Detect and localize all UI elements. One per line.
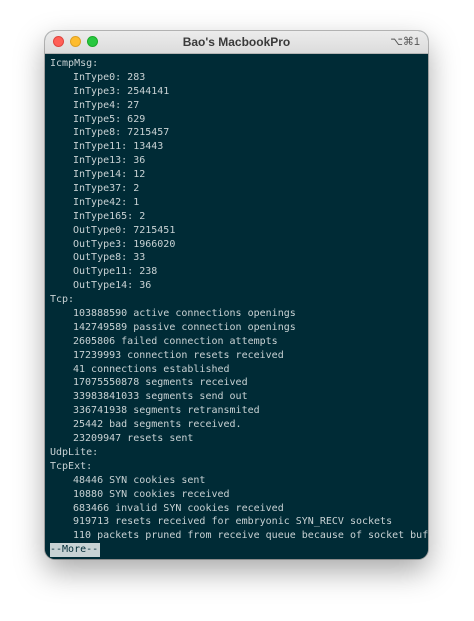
terminal-line: 2605806 failed connection attempts (73, 335, 278, 347)
terminal-line: 103888590 active connections openings (73, 308, 296, 320)
window-title: Bao's MacbookPro (182, 35, 291, 49)
terminal-line: InType11: 13443 (73, 141, 164, 153)
terminal-line: OutType3: 1966020 (73, 238, 176, 250)
terminal-output[interactable]: IcmpMsg: InType0: 283 InType3: 2544141 InTy… (45, 54, 428, 559)
terminal-line: 17239993 connection resets received (73, 349, 284, 361)
terminal-line: 48446 SYN cookies sent (73, 474, 206, 486)
terminal-line: InType165: 2 (73, 210, 146, 222)
terminal-lines: IcmpMsg: InType0: 283 InType3: 2544141 InTy… (50, 57, 428, 543)
pager-prompt[interactable]: --More-- (50, 543, 101, 558)
terminal-line: 142749589 passive connection openings (73, 321, 296, 333)
terminal-line: 919713 resets received for embryonic SYN… (73, 516, 393, 528)
terminal-line: InType42: 1 (73, 196, 140, 208)
terminal-line: OutType8: 33 (73, 252, 146, 264)
terminal-line: OutType11: 238 (73, 266, 158, 278)
pager-line: --More-- (50, 543, 428, 558)
terminal-line: InType3: 2544141 (73, 85, 170, 97)
terminal-line: InType37: 2 (73, 183, 140, 195)
terminal-window: Bao's MacbookPro ⌥⌘1 IcmpMsg: InType0: 28… (45, 31, 428, 559)
terminal-line: OutType14: 36 (73, 280, 152, 292)
title-bar[interactable]: Bao's MacbookPro ⌥⌘1 (45, 31, 428, 54)
terminal-line: OutType0: 7215451 (73, 224, 176, 236)
terminal-line: 336741938 segments retransmited (73, 405, 260, 417)
terminal-line: 25442 bad segments received. (73, 419, 242, 431)
terminal-line: 33983841033 segments send out (73, 391, 248, 403)
terminal-line: InType5: 629 (73, 113, 146, 125)
terminal-line: InType0: 283 (73, 71, 146, 83)
terminal-line: IcmpMsg: (50, 58, 99, 69)
terminal-line: 683466 invalid SYN cookies received (73, 502, 284, 514)
terminal-line: InType4: 27 (73, 99, 140, 111)
terminal-line: 110 packets pruned from receive queue be… (73, 530, 428, 542)
terminal-line: InType14: 12 (73, 169, 146, 181)
terminal-line: 17075550878 segments received (73, 377, 248, 389)
terminal-line: InType8: 7215457 (73, 127, 170, 139)
terminal-line: TcpExt: (50, 460, 93, 472)
terminal-line: UdpLite: (50, 446, 99, 458)
window-shortcut: ⌥⌘1 (390, 36, 420, 48)
terminal-line: 23209947 resets sent (73, 433, 194, 445)
terminal-line: Tcp: (50, 294, 75, 306)
terminal-line: 10880 SYN cookies received (73, 488, 230, 500)
terminal-line: InType13: 36 (73, 155, 146, 167)
terminal-line: 41 connections established (73, 363, 230, 375)
